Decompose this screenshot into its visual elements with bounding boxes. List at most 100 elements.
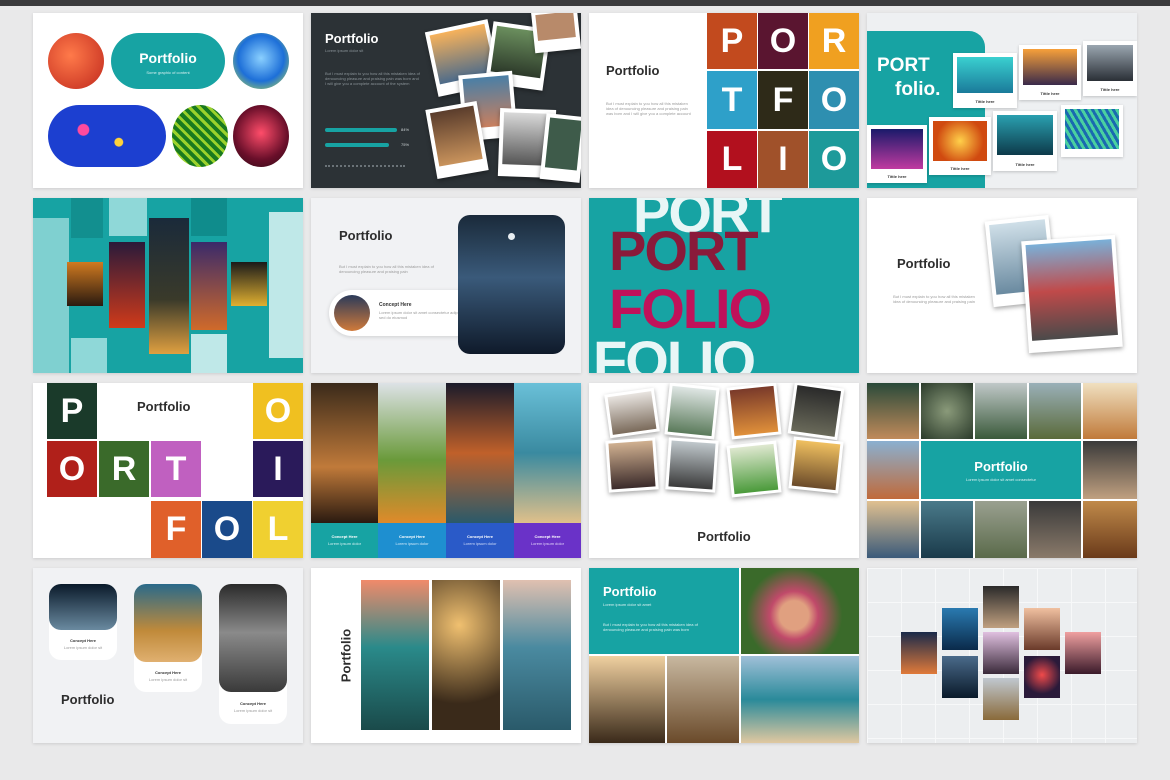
photo-tile — [604, 387, 660, 439]
photo-card — [1061, 105, 1123, 157]
slide-title: Portfolio — [137, 399, 191, 414]
tile — [269, 212, 303, 358]
slide-thumbnail-14[interactable]: Portfolio — [311, 568, 581, 743]
slide-grid: Portfolio Some graphic of content Portfo… — [33, 13, 1137, 743]
photo-card: Tittle here — [867, 125, 927, 183]
photo — [867, 441, 919, 499]
photo — [983, 678, 1019, 720]
photo-mountain — [458, 215, 565, 354]
photo — [1024, 656, 1060, 698]
slide-thumbnail-2[interactable]: Portfolio Lorem ipsum dolor sit But I mu… — [311, 13, 581, 188]
photo — [901, 632, 937, 674]
slide-subtitle: Lorem ipsum dolor sit amet consectetur — [965, 477, 1037, 482]
tile — [191, 198, 227, 236]
letter-tile: L — [253, 501, 303, 558]
letter-tile: O — [809, 131, 859, 188]
photo — [983, 632, 1019, 674]
photo-polaroid — [1021, 234, 1123, 354]
photo-caption: Tittle here — [887, 174, 907, 179]
caption-sub: Lorem ipsum dolor — [395, 541, 429, 546]
slide-thumbnail-8[interactable]: Portfolio But I must explain to you how … — [867, 198, 1137, 373]
photo-polaroid — [539, 113, 581, 183]
slide-body: But I must explain to you how all this m… — [603, 622, 698, 632]
photo — [667, 656, 739, 743]
photo — [942, 608, 978, 650]
slide-title: Portfolio — [897, 256, 951, 271]
slide-title: Portfolio — [61, 692, 115, 707]
letter-tile: P — [47, 383, 97, 439]
photo-tile — [726, 440, 782, 498]
slide-thumbnail-13[interactable]: Concept Here Lorem ipsum dolor sit Conce… — [33, 568, 303, 743]
slide-thumbnail-1[interactable]: Portfolio Some graphic of content — [33, 13, 303, 188]
photo-tile — [787, 383, 845, 441]
concept-card: Concept Here Lorem ipsum dolor sit — [134, 584, 202, 692]
photo — [867, 501, 919, 558]
letter-tile: T — [151, 441, 201, 497]
caption-title: Concept Here — [331, 534, 358, 539]
slide-subtitle: Lorem ipsum dolor sit — [325, 48, 364, 53]
slide-thumbnail-5[interactable] — [33, 198, 303, 373]
photo-caption: Tittle here — [975, 99, 995, 104]
photo — [149, 218, 189, 354]
concept-title: Concept Here — [69, 638, 96, 643]
slide-thumbnail-6[interactable]: Portfolio But I must explain to you how … — [311, 198, 581, 373]
letter-tile: F — [151, 501, 201, 558]
photo-caption: Tittle here — [950, 166, 970, 171]
photo-card: Tittle here — [993, 111, 1057, 171]
photo — [975, 501, 1027, 558]
window-top-bar — [0, 0, 1170, 6]
concept-title: Concept Here — [379, 302, 412, 308]
photo-polaroid — [530, 13, 581, 54]
photo — [1024, 608, 1060, 650]
photo — [134, 584, 202, 662]
photo — [1029, 501, 1081, 558]
slide-subtitle: Lorem ipsum dolor sit amet — [603, 602, 652, 607]
photo — [361, 580, 429, 730]
caption-title: Concept Here — [398, 534, 425, 539]
slide-body: But I must explain to you how all this m… — [893, 294, 975, 304]
caption-title: Concept Here — [466, 534, 493, 539]
slide-thumbnail-4[interactable]: PORT folio. Tittle here Tittle here Titt… — [867, 13, 1137, 188]
photo — [311, 383, 378, 523]
bg-word: FOLIO — [593, 329, 756, 373]
slide-thumbnail-10[interactable]: Concept Here Lorem ipsum dolor Concept He… — [311, 383, 581, 558]
concept-card: Concept Here Lorem ipsum dolor sit — [219, 584, 287, 724]
slide-title: Portfolio — [974, 459, 1028, 474]
photo-caption: Tittle here — [1100, 87, 1120, 92]
title-pill: Portfolio Some graphic of content — [111, 33, 225, 89]
photo-circle — [233, 33, 289, 89]
photo-tile — [788, 436, 844, 494]
photo-caption: Tittle here — [1040, 91, 1060, 96]
slide-thumbnail-3[interactable]: Portfolio But I must explain to you how … — [589, 13, 859, 188]
slide-subtitle: Some graphic of content — [146, 70, 190, 75]
slide-thumbnail-16[interactable] — [867, 568, 1137, 743]
heading-line: PORT — [877, 55, 930, 76]
photo — [1029, 383, 1081, 439]
slide-thumbnail-15[interactable]: Portfolio Lorem ipsum dolor sit amet But… — [589, 568, 859, 743]
stat-value: 75% — [401, 142, 410, 147]
photo — [1083, 501, 1137, 558]
slide-body: But I must explain to you how all this m… — [325, 71, 420, 86]
tile — [191, 334, 227, 373]
moon-icon — [508, 233, 515, 240]
letter-tile: O — [809, 71, 859, 129]
slide-body: But I must explain to you how all this m… — [606, 101, 691, 116]
slide-thumbnail-9[interactable]: Portfolio P O O R T I F O L — [33, 383, 303, 558]
photo-pill — [48, 105, 166, 167]
slide-thumbnail-12[interactable]: Portfolio Lorem ipsum dolor sit amet con… — [867, 383, 1137, 558]
caption-sub: Lorem ipsum dolor — [463, 541, 497, 546]
letter-tile: I — [253, 441, 303, 497]
slide-thumbnail-11[interactable]: Portfolio — [589, 383, 859, 558]
slide-thumbnail-7[interactable]: PORT PORT FOLIO FOLIO — [589, 198, 859, 373]
photo — [514, 383, 581, 523]
slide-title: Portfolio — [339, 228, 393, 243]
tile — [71, 198, 103, 238]
tile — [71, 338, 107, 373]
caption-block: Concept Here Lorem ipsum dolor — [311, 523, 378, 558]
letter-tile: L — [707, 131, 757, 188]
slide-title: Portfolio — [338, 628, 354, 683]
dots-row — [325, 165, 405, 168]
photo — [921, 383, 973, 439]
photo — [378, 383, 446, 523]
tile — [33, 218, 69, 373]
